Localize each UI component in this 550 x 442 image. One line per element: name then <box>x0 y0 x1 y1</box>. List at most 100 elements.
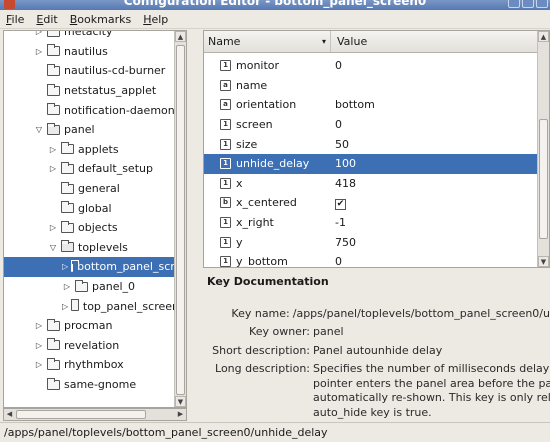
key-name-cell: 1x <box>204 177 335 190</box>
tree-item[interactable]: ▷ top_panel_screen0 <box>4 296 186 316</box>
expander-closed-icon[interactable]: ▷ <box>48 164 58 174</box>
list-vertical-scrollbar[interactable]: ▲ ▼ <box>537 31 549 267</box>
tree-item[interactable]: nautilus-cd-burner <box>4 61 186 81</box>
tree-item[interactable]: notification-daemon <box>4 100 186 120</box>
list-scroll-up-arrow-icon[interactable]: ▲ <box>538 31 549 42</box>
expander-closed-icon[interactable]: ▷ <box>34 31 44 37</box>
status-path: /apps/panel/toplevels/bottom_panel_scree… <box>4 426 328 439</box>
key-row[interactable]: 1 monitor 0 <box>204 56 537 76</box>
tree-item[interactable]: ▷ revelation <box>4 336 186 356</box>
menu-bookmarks[interactable]: Bookmarks <box>64 13 137 26</box>
scroll-right-arrow-icon[interactable]: ▶ <box>175 409 186 420</box>
key-value-cell[interactable]: 50 <box>335 138 349 151</box>
key-value-cell[interactable]: 0 <box>335 255 342 267</box>
key-row[interactable]: a name <box>204 76 537 96</box>
tree-item[interactable]: ▷ metacity <box>4 31 186 42</box>
key-row[interactable]: b x_centered ✔ <box>204 193 537 213</box>
doc-key-owner-value: panel <box>313 325 344 338</box>
tree-item[interactable]: global <box>4 198 186 218</box>
close-button[interactable] <box>536 0 548 8</box>
key-value-cell[interactable]: 0 <box>335 59 342 72</box>
value-checkbox[interactable]: ✔ <box>335 198 346 210</box>
tree-item[interactable]: ▷ nautilus <box>4 42 186 62</box>
tree-item[interactable]: netstatus_applet <box>4 81 186 101</box>
tree-item[interactable]: general <box>4 179 186 199</box>
expander-closed-icon <box>48 203 58 213</box>
expander-closed-icon[interactable]: ▷ <box>62 262 68 272</box>
menu-edit[interactable]: Edit <box>30 13 63 26</box>
scroll-left-arrow-icon[interactable]: ◀ <box>4 409 15 420</box>
expander-closed-icon[interactable]: ▷ <box>48 223 58 233</box>
key-value-cell[interactable]: 750 <box>335 236 356 249</box>
column-header-name[interactable]: Name ▾ <box>204 31 331 52</box>
expander-open-icon[interactable]: ▽ <box>48 242 58 252</box>
key-row[interactable]: a orientation bottom <box>204 95 537 115</box>
menu-bar: File Edit Bookmarks Help <box>0 10 550 29</box>
directory-tree[interactable]: same-gnome ▷ rhythmbox ▷ revelation ▷ procman ▷… <box>3 30 187 408</box>
expander-closed-icon <box>34 380 44 390</box>
key-value-cell[interactable]: 418 <box>335 177 356 190</box>
tree-item-label: objects <box>78 221 118 235</box>
tree-scroll-thumb[interactable] <box>176 45 185 395</box>
tree-item[interactable]: ▷ bottom_panel_screen0 <box>4 257 186 277</box>
key-name: screen <box>236 118 273 132</box>
tree-item[interactable]: same-gnome <box>4 375 186 395</box>
doc-short-value: Panel autounhide delay <box>313 344 443 357</box>
key-value-cell[interactable]: ✔ <box>335 196 346 210</box>
column-header-value[interactable]: Value <box>331 35 367 48</box>
tree-item[interactable]: ▷ default_setup <box>4 159 186 179</box>
tree-item-label: panel_0 <box>92 280 136 294</box>
doc-long-line: auto_hide key is true. <box>313 405 432 419</box>
expander-closed-icon[interactable]: ▷ <box>34 340 44 350</box>
key-row[interactable]: 1 size 50 <box>204 134 537 154</box>
list-scroll-thumb[interactable] <box>539 119 548 239</box>
tree-item[interactable]: ▷ procman <box>4 316 186 336</box>
folder-icon <box>47 338 60 351</box>
menu-file[interactable]: File <box>0 13 30 26</box>
tree-item-label: applets <box>78 142 119 156</box>
column-value-label: Value <box>337 35 368 48</box>
menu-help[interactable]: Help <box>137 13 174 26</box>
key-row[interactable]: 1 x 418 <box>204 174 537 194</box>
tree-item[interactable]: ▷ panel_0 <box>4 277 186 297</box>
list-scroll-down-arrow-icon[interactable]: ▼ <box>538 256 549 267</box>
expander-closed-icon[interactable]: ▷ <box>62 301 68 311</box>
expander-closed-icon[interactable]: ▷ <box>62 282 72 292</box>
doc-key-name-label: Key name: <box>231 307 290 320</box>
key-row[interactable]: 1 y 750 <box>204 232 537 252</box>
expander-closed-icon[interactable]: ▷ <box>34 46 44 56</box>
int-type-icon: 1 <box>220 158 231 170</box>
tree-item[interactable]: ▽ panel <box>4 120 186 140</box>
key-row[interactable]: 1 unhide_delay 100 <box>204 154 537 174</box>
key-value-cell[interactable]: 100 <box>335 157 356 170</box>
tree-item[interactable]: ▷ applets <box>4 140 186 160</box>
doc-key-owner-label: Key owner: <box>249 325 310 338</box>
minimize-button[interactable] <box>508 0 520 8</box>
folder-icon <box>61 181 74 194</box>
key-value-cell[interactable]: -1 <box>335 216 346 229</box>
expander-closed-icon[interactable]: ▷ <box>34 321 44 331</box>
tree-vertical-scrollbar[interactable]: ▲ ▼ <box>174 31 186 407</box>
tree-item[interactable]: ▷ rhythmbox <box>4 355 186 375</box>
scroll-down-arrow-icon[interactable]: ▼ <box>175 396 186 407</box>
expander-closed-icon[interactable]: ▷ <box>34 360 44 370</box>
expander-closed-icon[interactable]: ▷ <box>48 144 58 154</box>
key-value-cell[interactable]: bottom <box>335 98 375 111</box>
doc-long-line: Specifies the number of milliseconds del… <box>313 362 550 375</box>
key-row[interactable]: 1 y_bottom 0 <box>204 252 537 267</box>
tree-horizontal-scrollbar[interactable]: ◀ ▶ <box>3 408 187 421</box>
key-list[interactable]: Name ▾ Value ▲ ▼ 1 monitor 0 a name a orientat… <box>203 30 550 268</box>
scroll-up-arrow-icon[interactable]: ▲ <box>175 31 186 42</box>
folder-open-icon <box>61 240 74 253</box>
tree-item[interactable]: ▽ toplevels <box>4 238 186 258</box>
key-row[interactable]: 1 x_right -1 <box>204 213 537 233</box>
doc-key-name-value: /apps/panel/toplevels/bottom_panel_scree… <box>292 307 550 320</box>
tree-hscroll-thumb[interactable] <box>16 410 146 419</box>
key-name: x_centered <box>236 196 297 210</box>
key-value-cell[interactable]: 0 <box>335 118 342 131</box>
tree-item[interactable]: ▷ objects <box>4 218 186 238</box>
key-row[interactable]: 1 screen 0 <box>204 115 537 135</box>
key-value: 50 <box>335 137 349 151</box>
maximize-button[interactable] <box>522 0 534 8</box>
expander-open-icon[interactable]: ▽ <box>34 125 44 135</box>
